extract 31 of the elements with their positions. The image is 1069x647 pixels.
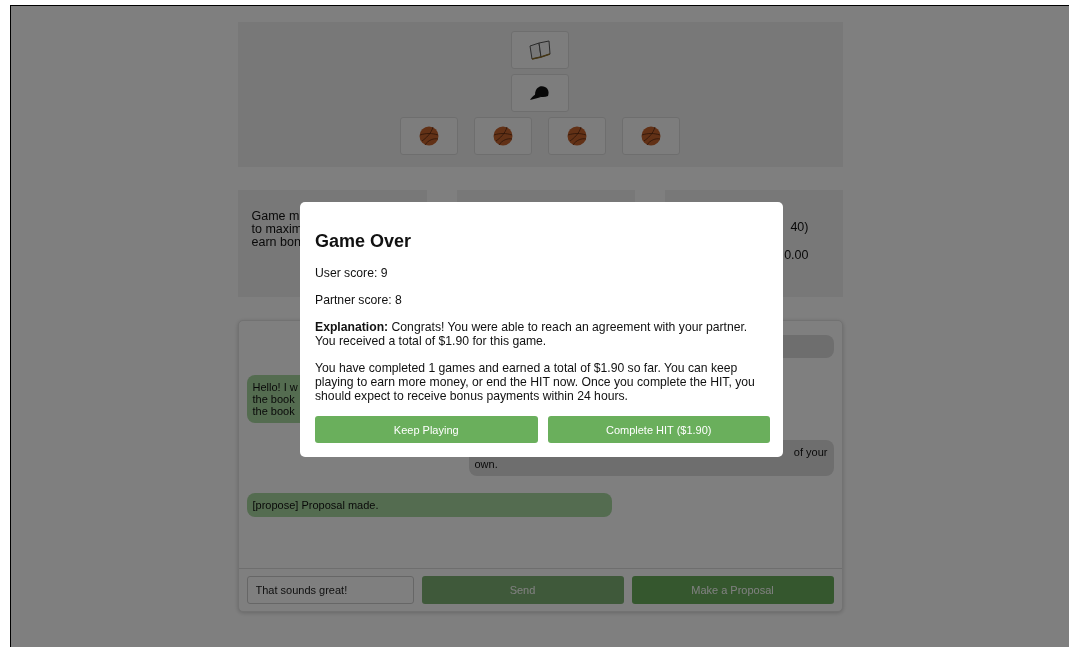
basketball-icon [641,126,661,146]
dialog-text: You have completed 1 games and earned a total of $1.90 so far. You can keep playing to earn more money, or end the HIT now. Once you complete the HIT, you should expect to receive bonus payments within 24 hours. [315,361,756,403]
item-card[interactable] [622,117,680,155]
dialog-text: User score: 9 [315,266,389,280]
text-fragment: Hello! I w [252,381,298,393]
basketball-icon [493,126,513,146]
book-icon [528,40,552,60]
text-fragment: own. [474,458,498,470]
proposal-button[interactable]: Make a Proposal [631,576,834,604]
item-card[interactable] [474,117,532,155]
cap-icon [529,84,551,102]
text-fragment: 40) [790,220,809,234]
item-card[interactable] [400,117,458,155]
item-card[interactable] [511,31,569,69]
basketball-icon [567,126,587,146]
text-fragment: the book [252,393,295,405]
dialog-text: Explanation: Congrats! You were able to reach an agreement with your partner. You received a total of $1.90 for this game. [315,320,749,348]
keep-playing-button[interactable]: Keep Playing [315,416,538,443]
item-card[interactable] [511,74,569,112]
dialog-title: Game Over [315,230,413,252]
text-fragment: earn bon [251,236,301,249]
item-card[interactable] [548,117,606,155]
complete-button[interactable]: Complete HIT ($1.90) [547,416,770,443]
basketball-icon [419,126,439,146]
message-input-field[interactable]: That sounds great! [246,576,414,604]
dialog-text: Partner score: 8 [315,293,403,307]
text-fragment: of your [793,446,828,458]
text-fragment: Game m [251,210,300,223]
text-fragment: [propose] Proposal made. [252,499,379,511]
text-fragment: 0.00 [784,248,809,262]
text-fragment: the book [252,405,295,417]
